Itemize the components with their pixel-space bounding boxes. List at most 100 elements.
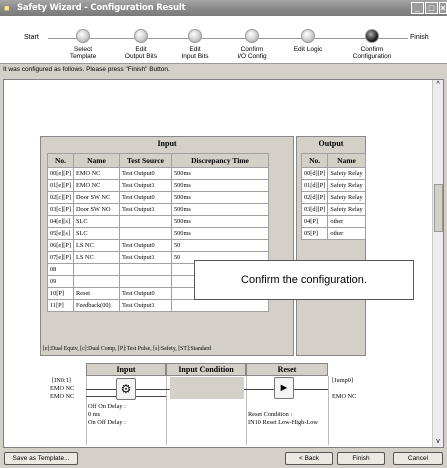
scroll-up-icon[interactable]: ^ xyxy=(433,80,443,90)
reset-condition-value: IN10 Reset Low-High-Low xyxy=(248,419,318,426)
output-table-row-cell: 02[d][P] xyxy=(300,191,329,204)
input-table-row-cell: 500ms xyxy=(171,227,269,240)
scroll-down-icon[interactable]: v xyxy=(433,437,443,447)
input-table-row-cell: Door SW NC xyxy=(73,191,120,204)
jump-label: [Jump0] xyxy=(332,377,353,384)
input-table-row-cell: 01[e][P] xyxy=(47,179,74,192)
input-table-row-cell xyxy=(73,263,120,276)
output-table-row-cell: other xyxy=(327,227,366,240)
input-table-row-cell: 500ms xyxy=(171,215,269,228)
output-table-row-cell: Safety Relay xyxy=(327,191,366,204)
step-select-template: Select Template xyxy=(53,29,113,60)
output-table-row-cell: 01[d][P] xyxy=(300,179,329,192)
input-table-row-cell: Reset xyxy=(73,287,120,300)
output-table-row: 04[P] other xyxy=(300,215,366,228)
input-table-row-cell: 500ms xyxy=(171,191,269,204)
input-table-row: 11[P] Feedback(00) Test Output1 xyxy=(47,299,269,312)
logic-ladder: Input Input Condition Reset [IN0:1] EMO … xyxy=(34,363,366,445)
output-section-title: Output xyxy=(318,139,344,148)
output-table-row: 00[d][P] Safety Relay xyxy=(300,167,366,180)
output-table-row-cell: 05[P] xyxy=(300,227,329,240)
input-table-row-cell: Test Output0 xyxy=(119,287,172,300)
input-table-row-cell: Test Output1 xyxy=(119,251,172,264)
input-table-row: 02[c][P] Door SW NC Test Output0 500ms xyxy=(47,191,269,204)
input-table-row: 05[e][s] SLC 500ms xyxy=(47,227,269,240)
cancel-button[interactable]: Cancel xyxy=(393,452,443,465)
input-table-row-cell xyxy=(119,215,172,228)
input-table-row-cell: 07[e][P] xyxy=(47,251,74,264)
config-result-panel[interactable]: ^ v Input No. Name Test Source Discrepan… xyxy=(3,79,444,448)
step-dot-icon xyxy=(301,29,315,43)
input-col-no: No. xyxy=(47,153,74,168)
ladder-output-name: EMO NC xyxy=(332,393,357,400)
step-dot-icon xyxy=(188,29,202,43)
scroll-thumb[interactable] xyxy=(434,184,443,232)
input-table-row-cell: Test Output0 xyxy=(119,191,172,204)
output-table-row-cell: 00[d][P] xyxy=(300,167,329,180)
minimize-button[interactable]: _ xyxy=(411,2,424,14)
input-table-row-cell: 500ms xyxy=(171,203,269,216)
input-table-row-cell: 05[e][s] xyxy=(47,227,74,240)
window-title: Safety Wizard - Configuration Result xyxy=(17,3,186,13)
save-as-template-button[interactable]: Save as Template... xyxy=(4,452,78,465)
condition-cell xyxy=(170,377,244,399)
finish-button[interactable]: Finish xyxy=(337,452,385,465)
maximize-button[interactable]: □ xyxy=(425,2,438,14)
reset-condition-label: Reset Condition : xyxy=(248,411,293,418)
input-table-row-cell: 04[e][s] xyxy=(47,215,74,228)
step-edit-output-bits: Edit Output Bits xyxy=(111,29,171,60)
step-confirm-io-config: Confirm I/O Config xyxy=(222,29,282,60)
back-button[interactable]: < Back xyxy=(285,452,333,465)
output-table: No. Name 00[d][P] Safety Relay 01[d][P] Saf… xyxy=(300,153,366,240)
legend-text: [e]:Dual Equiv, [c]:Dual Comp, [P]:Test … xyxy=(43,346,212,352)
ladder-input-tag: [IN0:1] xyxy=(52,377,71,384)
input-table-row-cell: LS NC xyxy=(73,251,120,264)
input-table-row-cell: Test Output1 xyxy=(119,179,172,192)
output-table-row: 05[P] other xyxy=(300,227,366,240)
wizard-steps: Start Select Template Edit Output Bits E… xyxy=(0,16,447,64)
input-table-row: 00[e][P] EMO NC Test Output0 500ms xyxy=(47,167,269,180)
input-table-row: 04[e][s] SLC 500ms xyxy=(47,215,269,228)
input-table-row-cell: 50 xyxy=(171,239,269,252)
input-col-test-source: Test Source xyxy=(119,153,172,168)
wizard-window: ■ Safety Wizard - Configuration Result _… xyxy=(0,0,447,468)
step-finish-label: Finish xyxy=(408,34,431,41)
safety-input-block-icon[interactable]: ⚙ xyxy=(116,378,136,400)
input-table-row: 01[e][P] EMO NC Test Output1 500ms xyxy=(47,179,269,192)
input-table-row-cell: Test Output0 xyxy=(119,239,172,252)
output-table-row-cell: other xyxy=(327,215,366,228)
input-table-row-cell xyxy=(73,275,120,288)
app-icon: ■ xyxy=(4,3,10,13)
input-table-row-cell xyxy=(119,275,172,288)
output-table-row-cell: Safety Relay xyxy=(327,203,366,216)
output-table-row: 02[d][P] Safety Relay xyxy=(300,191,366,204)
output-table-row: 01[d][P] Safety Relay xyxy=(300,179,366,192)
output-table-row: 03[d][P] Safety Relay xyxy=(300,203,366,216)
info-text: It was configured as follows. Please pre… xyxy=(3,66,170,73)
vertical-scrollbar[interactable]: ^ v xyxy=(432,80,443,447)
output-col-no: No. xyxy=(300,153,329,168)
step-dot-icon xyxy=(245,29,259,43)
input-table-row-cell xyxy=(171,299,269,312)
step-confirm-configuration: Confirm Configuration xyxy=(342,29,402,60)
step-start-label: Start xyxy=(22,34,41,41)
output-table-row-cell: 03[d][P] xyxy=(300,203,329,216)
step-current-dot-icon xyxy=(365,29,379,43)
input-table-row-cell: EMO NC xyxy=(73,179,120,192)
input-table-row-cell: 11[P] xyxy=(47,299,74,312)
close-button[interactable]: × xyxy=(439,2,447,14)
input-table-row-cell xyxy=(119,227,172,240)
input-col-name: Name xyxy=(73,153,120,168)
input-table-row-cell: 02[c][P] xyxy=(47,191,74,204)
delay-value: 0 ms xyxy=(88,411,101,418)
output-section: Output No. Name 00[d][P] Safety Relay 01[d… xyxy=(296,136,366,356)
input-table-row-cell: 09 xyxy=(47,275,74,288)
step-dot-icon xyxy=(134,29,148,43)
ladder-header-reset: Reset xyxy=(246,363,328,376)
input-table-row-cell: 00[e][P] xyxy=(47,167,74,180)
reset-block-icon[interactable]: ► xyxy=(274,377,294,399)
input-table-row-cell: EMO NC xyxy=(73,167,120,180)
input-table-row-cell: LS NC xyxy=(73,239,120,252)
input-section-title: Input xyxy=(157,139,177,148)
input-table-row-cell: Test Output1 xyxy=(119,299,172,312)
